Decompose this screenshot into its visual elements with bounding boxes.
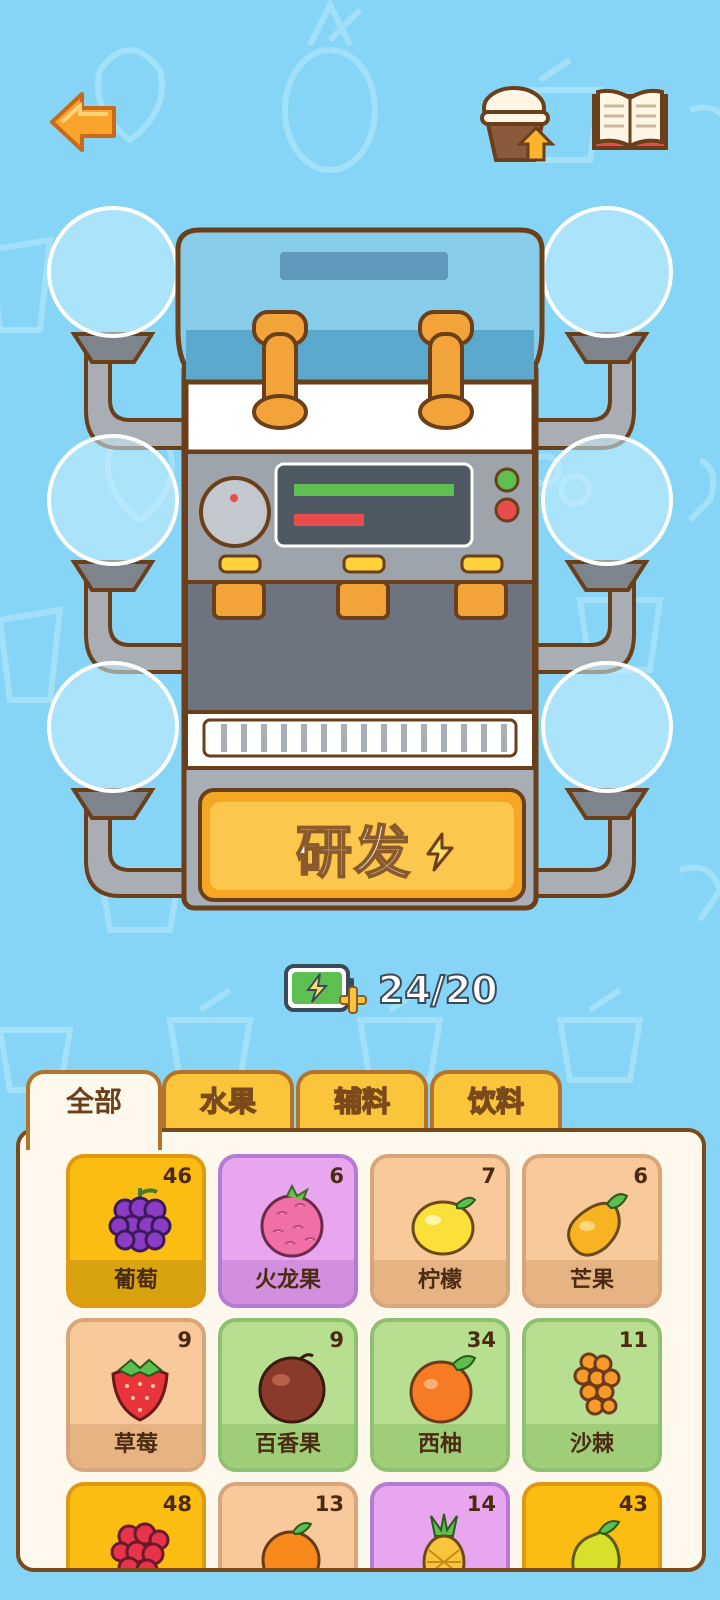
item-name: 葡萄 — [70, 1260, 202, 1304]
lemon-icon — [411, 1196, 477, 1256]
item-count: 6 — [633, 1164, 648, 1188]
ingredient-card-strawberry[interactable]: 9 草莓 — [66, 1318, 206, 1472]
ingredient-grid: 46 葡萄 6 火龙果 7 柠檬 6 芒果 9 草莓 9 百香果 34 西柚 1… — [16, 1128, 706, 1572]
item-count: 6 — [329, 1164, 344, 1188]
ingredient-card-raspberry[interactable]: 48 — [66, 1482, 206, 1568]
dragonfruit-icon — [260, 1184, 324, 1258]
ingredient-card-lemon[interactable]: 7 柠檬 — [370, 1154, 510, 1308]
item-name: 芒果 — [526, 1260, 658, 1304]
energy-counter: 24/20 — [377, 967, 499, 1013]
orange-icon — [261, 1522, 321, 1568]
ingredient-card-seabuckthorn[interactable]: 11 沙棘 — [522, 1318, 662, 1472]
item-name: 草莓 — [70, 1424, 202, 1468]
tab-topping-label: 辅料 — [333, 1084, 391, 1119]
item-name: 百香果 — [222, 1424, 354, 1468]
ingredient-card-orange[interactable]: 13 — [218, 1482, 358, 1568]
ingredient-card-passionfruit[interactable]: 9 百香果 — [218, 1318, 358, 1472]
tab-all-label: 全部 — [65, 1085, 122, 1118]
ingredient-card-pear[interactable]: 43 — [522, 1482, 662, 1568]
mango-icon — [567, 1193, 629, 1257]
item-name: 柠檬 — [374, 1260, 506, 1304]
tab-drink-label: 饮料 — [467, 1084, 525, 1119]
seabuckthorn-icon — [573, 1352, 621, 1416]
tab-all[interactable]: 全部 — [26, 1070, 162, 1150]
raspberry-icon — [110, 1522, 170, 1568]
passionfruit-icon — [258, 1353, 326, 1424]
ingredient-card-grape[interactable]: 46 葡萄 — [66, 1154, 206, 1308]
item-name: 火龙果 — [222, 1260, 354, 1304]
ingredient-card-grapefruit[interactable]: 34 西柚 — [370, 1318, 510, 1472]
grape-icon — [108, 1188, 172, 1253]
item-name: 沙棘 — [526, 1424, 658, 1468]
strawberry-icon — [111, 1358, 169, 1422]
ingredient-card-dragonfruit[interactable]: 6 火龙果 — [218, 1154, 358, 1308]
ingredient-card-mango[interactable]: 6 芒果 — [522, 1154, 662, 1308]
ingredient-card-pineapple[interactable]: 14 — [370, 1482, 510, 1568]
pineapple-icon — [422, 1513, 466, 1568]
item-count: 7 — [481, 1164, 496, 1188]
research-button-label: 研发 — [295, 820, 412, 887]
tab-fruit-label: 水果 — [199, 1084, 257, 1119]
lightning-icon — [426, 832, 454, 872]
item-count: 9 — [329, 1328, 344, 1352]
item-count: 9 — [177, 1328, 192, 1352]
pear-icon — [571, 1520, 621, 1568]
grapefruit-icon — [409, 1355, 477, 1424]
item-name: 西柚 — [374, 1424, 506, 1468]
